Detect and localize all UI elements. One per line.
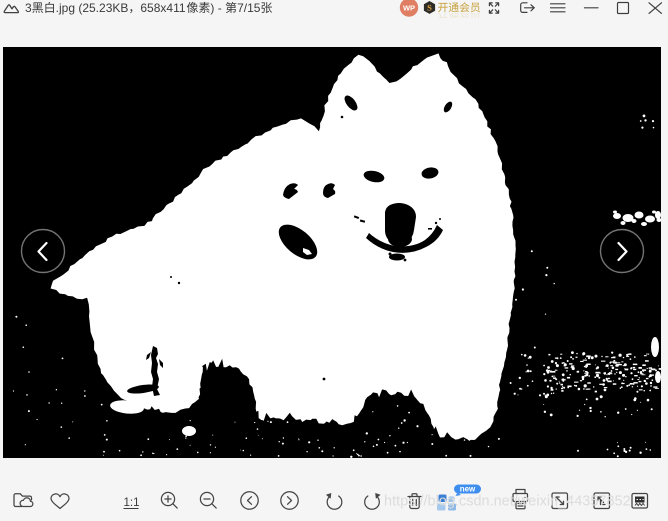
svg-text:new: new [460,485,476,494]
svg-text:) -: ) - [210,1,221,15]
svg-text:1:1: 1:1 [124,497,140,509]
svg-text:S: S [427,3,432,13]
svg-text:https://blog.csdn.net/weixin_4: https://blog.csdn.net/weixin_44357852 [384,494,631,510]
svg-text:7/15: 7/15 [237,1,261,15]
svg-text:3: 3 [25,1,32,15]
svg-text:658x411: 658x411 [140,1,185,15]
svg-text:.jpg (25.23KB: .jpg (25.23KB [56,1,129,15]
svg-text:WP: WP [403,3,415,12]
